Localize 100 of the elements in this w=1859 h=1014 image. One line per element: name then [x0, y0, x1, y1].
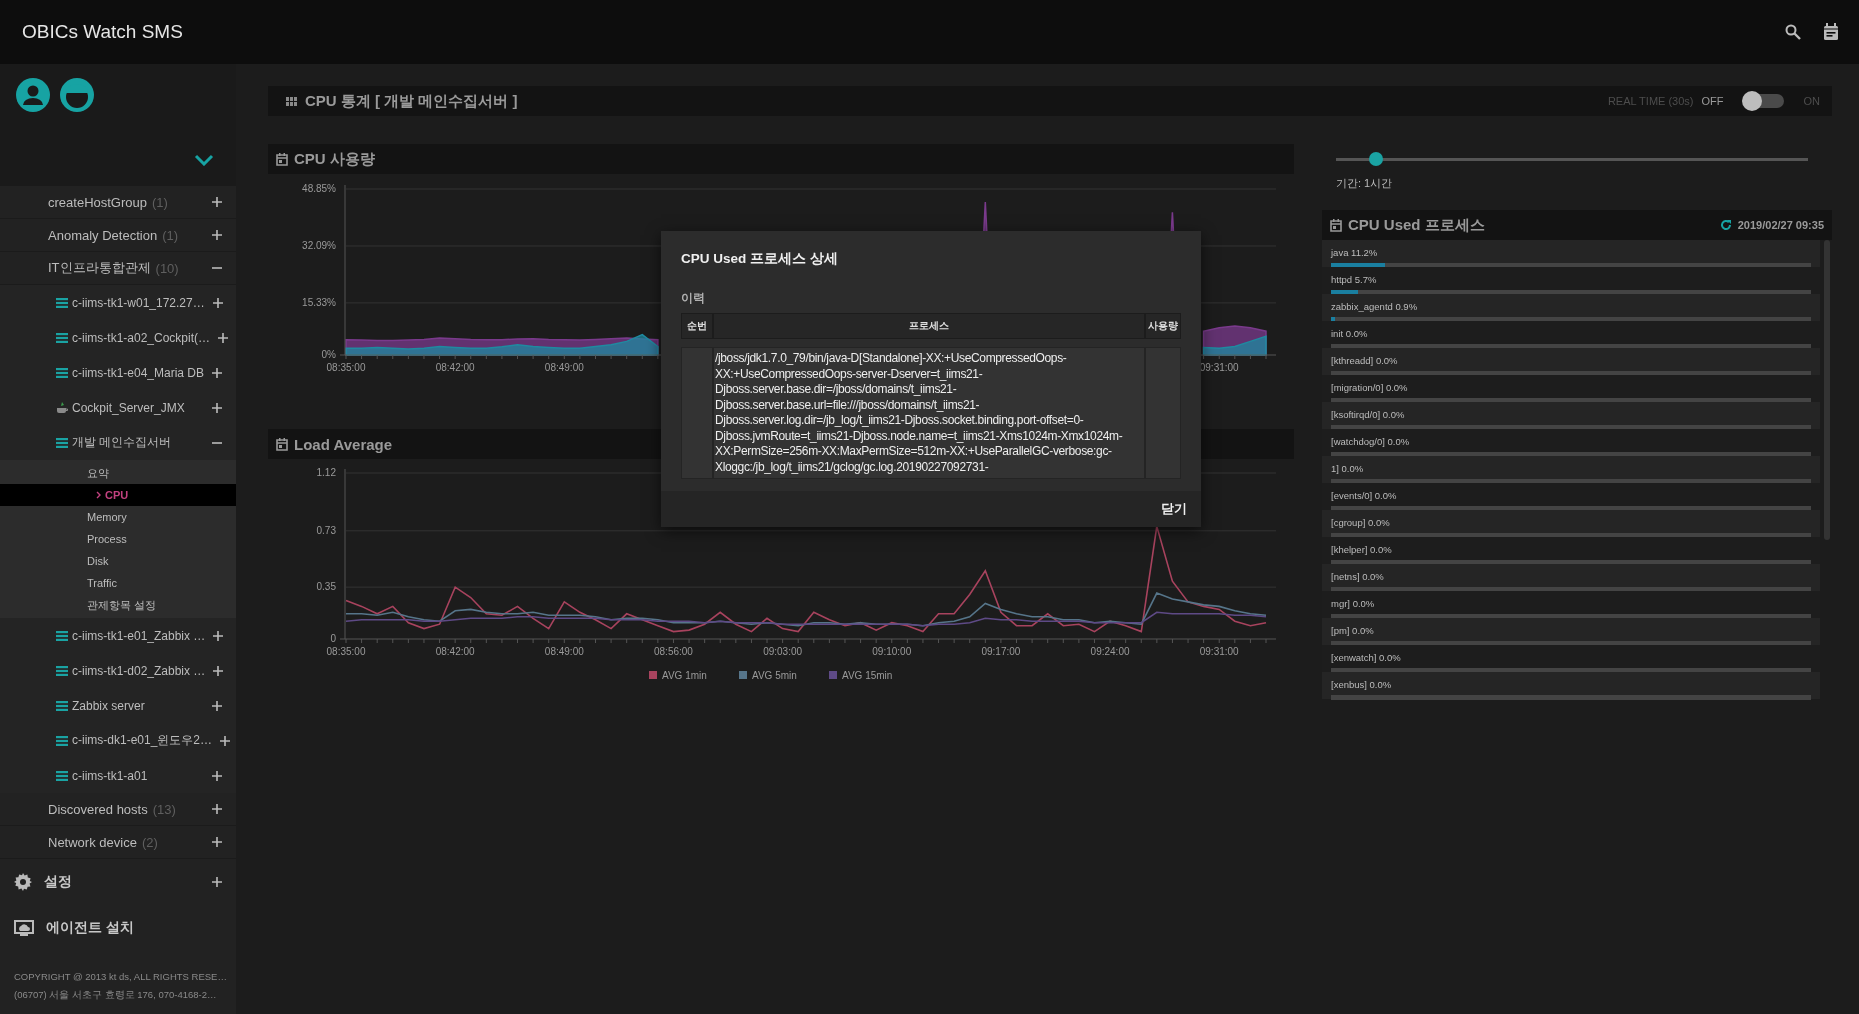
axis-label: 08:42:00 [435, 362, 475, 373]
menu-item[interactable]: Memory [0, 506, 236, 528]
slider-thumb[interactable] [1368, 152, 1383, 166]
host-item[interactable]: c-iims-tk1-a02_Cockpit(… [0, 320, 236, 355]
axis-label: 15.33% [302, 296, 336, 308]
item-count: (2) [141, 834, 158, 850]
footer-text: (06707) 서울 서초구 효령로 176, 070-4168-2… [14, 989, 218, 1002]
chevron-down-icon[interactable] [194, 154, 214, 166]
axis-label: 1.12 [316, 467, 336, 478]
column-header: 순번 [681, 313, 713, 339]
scrollbar[interactable] [1824, 240, 1830, 540]
legend-label: AVG 1min [662, 670, 707, 681]
axis-label: 09:10:00 [872, 646, 912, 657]
plus-icon[interactable] [220, 735, 231, 746]
process-label: [migration/0] 0.0% [1331, 382, 1408, 393]
dialog-title: CPU Used 프로세스 상세 [681, 250, 838, 268]
axis-label: 09:17:00 [981, 646, 1021, 657]
list-icon [56, 332, 68, 343]
tree-item[interactable]: Anomaly Detection (1) [0, 219, 236, 252]
axis-label: 0 [330, 633, 336, 644]
realtime-toggle[interactable] [1743, 94, 1784, 108]
process-label: init 0.0% [1331, 328, 1368, 339]
plus-icon[interactable] [212, 770, 222, 781]
menu-item[interactable]: Traffic [0, 572, 236, 594]
host-item[interactable]: Cockpit_Server_JMX [0, 390, 236, 425]
axis-label: 08:42:00 [435, 646, 475, 657]
page-title: CPU 통계 [ 개발 메인수집서버 ] [305, 91, 519, 111]
host-item[interactable]: c-iims-tk1-e01_Zabbix … [0, 618, 236, 653]
item-count: (1) [162, 227, 178, 243]
plus-icon[interactable] [212, 804, 222, 814]
item-count: (13) [152, 801, 176, 817]
host-item[interactable]: 개발 메인수집서버 [0, 425, 236, 460]
calendar-icon [1330, 218, 1342, 232]
plus-icon[interactable] [212, 230, 222, 240]
column-header: 사용량 [1145, 313, 1181, 339]
plus-icon[interactable] [212, 877, 222, 887]
process-label: [cgroup] 0.0% [1331, 517, 1390, 528]
tree-item[interactable]: createHostGroup (1) [0, 186, 236, 219]
menu-item[interactable]: CPU [0, 484, 236, 506]
period-slider[interactable] [1336, 152, 1808, 166]
menu-item[interactable]: 관제항목 설정 [0, 594, 236, 616]
legend-label: AVG 15min [842, 670, 893, 681]
plus-icon[interactable] [212, 367, 223, 378]
tree-item[interactable]: Discovered hosts (13) [0, 793, 236, 826]
avatar-icon[interactable] [60, 78, 94, 112]
process-label: java 11.2% [1331, 247, 1378, 258]
process-label: [kthreadd] 0.0% [1331, 355, 1398, 366]
close-button[interactable]: 닫기 [1157, 496, 1191, 522]
app-title: OBICs Watch SMS [22, 21, 184, 43]
plus-icon[interactable] [212, 402, 222, 413]
host-item[interactable]: c-iims-tk1-w01_172.27… [0, 285, 236, 320]
menu-item[interactable]: Disk [0, 550, 236, 572]
host-item[interactable]: c-iims-tk1-a01 [0, 758, 236, 793]
process-label: [pm] 0.0% [1331, 625, 1374, 636]
list-icon [56, 630, 68, 641]
tree-item[interactable]: Network device (2) [0, 826, 236, 859]
cup-icon [56, 402, 68, 413]
host-item[interactable]: Zabbix server [0, 688, 236, 723]
plus-icon[interactable] [212, 197, 222, 207]
host-item[interactable]: c-iims-dk1-e01_윈도우2… [0, 723, 236, 758]
axis-label: 09:31:00 [1199, 362, 1239, 373]
plus-icon[interactable] [213, 630, 224, 641]
process-label: [xenwatch] 0.0% [1331, 652, 1401, 663]
refresh-icon[interactable] [1719, 219, 1732, 231]
realtime-label: REAL TIME (30s) [1607, 95, 1694, 107]
column-header: 프로세스 [713, 313, 1145, 339]
process-label: [netns] 0.0% [1331, 571, 1384, 582]
host-item[interactable]: c-iims-tk1-e04_Maria DB [0, 355, 236, 390]
search-icon[interactable] [1785, 24, 1801, 40]
section-title: 이력 [681, 290, 705, 307]
plus-icon[interactable] [212, 700, 222, 711]
process-label: zabbix_agentd 0.9% [1331, 301, 1418, 312]
plus-icon[interactable] [212, 297, 223, 308]
axis-label: 09:31:00 [1199, 646, 1239, 657]
plus-icon[interactable] [213, 665, 224, 676]
on-label: ON [1803, 95, 1820, 107]
process-label: 1] 0.0% [1331, 463, 1364, 474]
settings-icon [14, 873, 32, 891]
plus-icon[interactable] [218, 332, 229, 343]
calendar-icon [276, 437, 288, 451]
grid-icon [286, 96, 297, 106]
menu-item[interactable]: 요약 [0, 462, 236, 484]
list-icon [56, 665, 68, 676]
monitor-icon [14, 920, 34, 936]
avatar-icon[interactable] [16, 78, 50, 112]
legend-label: AVG 5min [752, 670, 797, 681]
axis-label: 09:24:00 [1090, 646, 1130, 657]
process-label: httpd 5.7% [1331, 274, 1377, 285]
axis-label: 08:56:00 [654, 646, 693, 657]
menu-item[interactable]: 설정 [0, 859, 236, 905]
host-item[interactable]: c-iims-tk1-d02_Zabbix … [0, 653, 236, 688]
plus-icon[interactable] [212, 837, 222, 847]
menu-item[interactable]: Process [0, 528, 236, 550]
menu-item[interactable]: 에이전트 설치 [0, 905, 236, 951]
period-label: 기간: 1시간 [1336, 176, 1393, 191]
item-count: (1) [152, 194, 168, 210]
calendar-icon[interactable] [1823, 23, 1839, 41]
axis-label: 08:49:00 [544, 362, 584, 373]
process-label: [khelper] 0.0% [1331, 544, 1392, 555]
calendar-icon [276, 152, 288, 166]
